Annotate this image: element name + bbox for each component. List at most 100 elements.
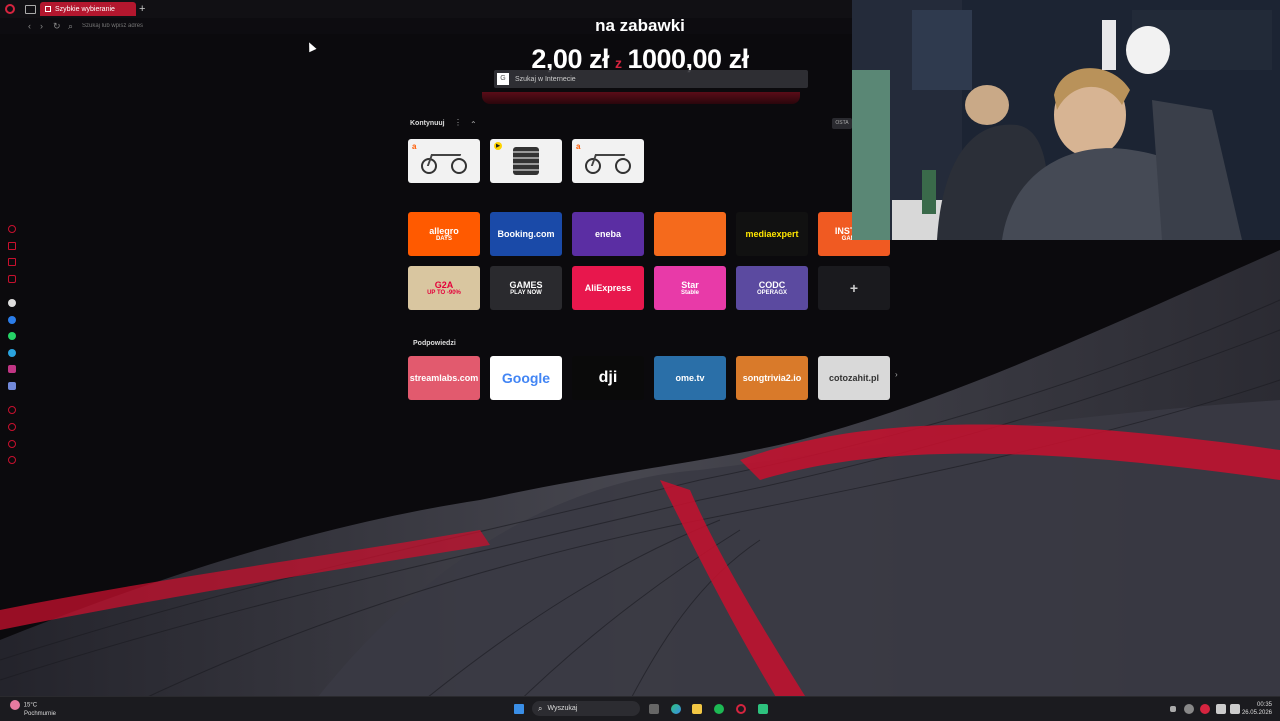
tab-label: Szybkie wybieranie bbox=[55, 5, 115, 13]
recent-badge[interactable]: OSTA bbox=[832, 118, 852, 129]
messenger-icon[interactable] bbox=[8, 316, 16, 324]
continue-label: Kontynuuj bbox=[410, 120, 445, 127]
keyboard-thumbnail bbox=[513, 147, 539, 175]
speed-dial-codashop[interactable]: CODC OPERAGX bbox=[736, 266, 808, 310]
spotify-icon[interactable] bbox=[714, 704, 724, 714]
instagram-icon[interactable] bbox=[8, 365, 16, 373]
site-badge-icon: ▶ bbox=[494, 142, 502, 150]
volume-icon[interactable] bbox=[1230, 704, 1240, 714]
whatsapp-icon[interactable] bbox=[8, 332, 16, 340]
extensions-icon[interactable] bbox=[8, 440, 16, 448]
speed-dial-booking[interactable]: Booking.com bbox=[490, 212, 562, 256]
settings-icon[interactable] bbox=[8, 456, 16, 464]
google-icon: G bbox=[497, 73, 509, 85]
tab-speed-dial[interactable]: Szybkie wybieranie bbox=[40, 2, 136, 16]
speed-dial-label: allegro bbox=[429, 226, 459, 236]
file-explorer-icon[interactable] bbox=[692, 704, 702, 714]
taskbar-search[interactable]: ⌕ Wyszukaj bbox=[532, 701, 640, 716]
speed-dial-label: G2A bbox=[434, 280, 454, 290]
web-search-label: Szukaj w Internecie bbox=[515, 75, 576, 83]
discord-icon[interactable] bbox=[8, 382, 16, 390]
allegro-badge-icon: a bbox=[412, 142, 417, 151]
search-icon: ⌕ bbox=[68, 21, 74, 31]
tray-app-icon[interactable] bbox=[1184, 704, 1194, 714]
tray-opera-icon[interactable] bbox=[1200, 704, 1210, 714]
web-search-suggestion[interactable]: G Szukaj w Internecie bbox=[494, 70, 808, 88]
suggestion-google[interactable]: Google bbox=[490, 356, 562, 400]
speed-dial-allegro[interactable]: allegro DAYS bbox=[408, 212, 480, 256]
weather-icon bbox=[10, 700, 20, 710]
suggestion-dji[interactable]: dji bbox=[572, 356, 644, 400]
speed-dial-star-stable[interactable]: Star Stable bbox=[654, 266, 726, 310]
speed-dial-aliexpress[interactable]: AliExpress bbox=[572, 266, 644, 310]
price-separator: z bbox=[614, 55, 622, 71]
opera-gx-icon[interactable] bbox=[736, 704, 746, 714]
speed-dial-cd-games[interactable]: GAMES PLAY NOW bbox=[490, 266, 562, 310]
bike-thumbnail bbox=[585, 148, 631, 174]
taskbar: 15°C Pochmurnie ⌕ Wyszukaj 00:35 26.05.2… bbox=[0, 696, 1280, 721]
sidebar bbox=[0, 34, 24, 696]
promo-banner-bar bbox=[482, 92, 800, 104]
opera-logo-icon[interactable] bbox=[5, 4, 15, 14]
speed-dial-icon bbox=[45, 6, 51, 12]
suggestion-songtrivia[interactable]: songtrivia2.io bbox=[736, 356, 808, 400]
speed-dial-eneba[interactable]: eneba bbox=[572, 212, 644, 256]
new-tab-button[interactable]: + bbox=[139, 3, 145, 15]
tray-chevron-icon[interactable] bbox=[1170, 706, 1176, 712]
app-icon[interactable] bbox=[758, 704, 768, 714]
speed-dial-label: Star bbox=[681, 280, 699, 290]
suggestion-label: songtrivia2.io bbox=[742, 373, 802, 383]
continue-menu-icon[interactable]: ⋮ bbox=[454, 118, 462, 127]
history-icon[interactable] bbox=[8, 406, 16, 414]
gx-control-icon[interactable] bbox=[8, 225, 16, 233]
clock[interactable]: 00:35 26.05.2026 bbox=[1242, 701, 1272, 717]
continue-item-bike[interactable]: a bbox=[408, 139, 480, 183]
network-icon[interactable] bbox=[1216, 704, 1226, 714]
taskbar-search-label: Wyszukaj bbox=[547, 705, 578, 712]
forward-icon[interactable]: › bbox=[40, 21, 43, 31]
promo-title: na zabawki bbox=[595, 16, 685, 35]
speed-dial-label: AliExpress bbox=[584, 283, 632, 293]
suggestion-streamlabs[interactable]: streamlabs.com bbox=[408, 356, 480, 400]
speed-dial-aliexpress-icon[interactable] bbox=[654, 212, 726, 256]
openai-icon[interactable] bbox=[8, 299, 16, 307]
weather-temp: 15°C bbox=[23, 702, 38, 709]
taskbar-search-icon: ⌕ bbox=[538, 703, 543, 713]
speed-dial-mediaexpert[interactable]: mediaexpert bbox=[736, 212, 808, 256]
suggestion-label: dji bbox=[598, 369, 618, 386]
speed-dial-label: Booking.com bbox=[497, 229, 555, 239]
back-icon[interactable]: ‹ bbox=[28, 21, 31, 31]
speed-dial-sublabel: PLAY NOW bbox=[510, 290, 542, 296]
suggestion-ome-tv[interactable]: ome.tv bbox=[654, 356, 726, 400]
speed-dial-sublabel: OPERAGX bbox=[756, 290, 787, 296]
continue-item-keyboard[interactable]: ▶ bbox=[490, 139, 562, 183]
clock-date: 26.05.2026 bbox=[1241, 710, 1272, 716]
speed-dial-label: eneba bbox=[594, 229, 621, 239]
gx-corner-icon[interactable] bbox=[8, 275, 16, 283]
webcam-overlay bbox=[852, 0, 1280, 240]
speed-dial-g2a[interactable]: G2A UP TO -90% bbox=[408, 266, 480, 310]
tab-switcher-icon[interactable] bbox=[25, 4, 36, 14]
suggestion-label: Google bbox=[501, 370, 551, 386]
cleaner-icon[interactable] bbox=[8, 242, 16, 250]
speed-dial-label: mediaexpert bbox=[745, 229, 799, 239]
continue-item-bike-2[interactable]: a bbox=[572, 139, 644, 183]
reload-icon[interactable]: ↻ bbox=[53, 21, 61, 32]
suggestion-cotozahit[interactable]: cotozahit.pl bbox=[818, 356, 890, 400]
suggestion-label: streamlabs.com bbox=[409, 373, 479, 383]
downloads-icon[interactable] bbox=[8, 423, 16, 431]
telegram-icon[interactable] bbox=[8, 349, 16, 357]
edge-icon[interactable] bbox=[671, 704, 681, 714]
start-icon[interactable] bbox=[514, 704, 524, 714]
bike-thumbnail bbox=[421, 148, 467, 174]
clock-time: 00:35 bbox=[1256, 702, 1272, 708]
suggestions-next-icon[interactable]: › bbox=[895, 370, 898, 379]
collapse-icon[interactable]: ⌃ bbox=[470, 120, 477, 129]
suggestions-label: Podpowiedzi bbox=[413, 340, 456, 347]
store-icon[interactable] bbox=[8, 258, 16, 266]
suggestion-label: ome.tv bbox=[675, 373, 705, 383]
speed-dial-add-site[interactable]: + bbox=[818, 266, 890, 310]
allegro-badge-icon: a bbox=[576, 142, 581, 151]
task-view-icon[interactable] bbox=[649, 704, 659, 714]
weather-widget[interactable]: 15°C Pochmurnie bbox=[10, 700, 56, 718]
